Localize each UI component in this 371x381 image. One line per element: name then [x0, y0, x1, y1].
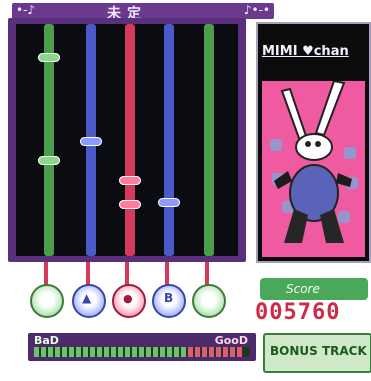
red-button[interactable]: ●: [112, 284, 146, 318]
meter-segment: [83, 347, 88, 357]
note-green: [38, 53, 60, 62]
meter-segment: [167, 347, 172, 357]
title-right-decoration: ♪•-•: [243, 3, 270, 17]
meter-segment: [76, 347, 81, 357]
rabbit-character-illustration: [274, 81, 352, 243]
note-green: [38, 156, 60, 165]
groove-meter: BaD GooD: [28, 333, 256, 361]
meter-segment: [62, 347, 67, 357]
note-red: [119, 200, 141, 209]
meter-segment: [111, 347, 116, 357]
meter-segment: [132, 347, 137, 357]
meter-segment: [202, 347, 207, 357]
green-button-2[interactable]: [192, 284, 226, 318]
triangle-icon: ▲: [82, 291, 92, 305]
lane-buttons-row: ▲ ● B: [30, 262, 250, 322]
meter-segment: [139, 347, 144, 357]
bonus-track-label: BONUS TRACK: [270, 344, 367, 358]
meter-segment: [34, 347, 39, 357]
meter-segment: [153, 347, 158, 357]
meter-bad-label: BaD: [34, 334, 59, 347]
top-title-bar: •-♪ 未定 ♪•-•: [12, 3, 274, 22]
meter-segment: [216, 347, 221, 357]
lane-stem: [86, 262, 90, 286]
title-left-decoration: •-♪: [16, 3, 36, 17]
circle-icon: ●: [123, 292, 133, 305]
meter-segment: [55, 347, 60, 357]
character-name: MIMI ♥chan: [262, 44, 349, 59]
lane-stem: [165, 262, 169, 286]
lane-area: [16, 24, 238, 256]
lane-3: [125, 24, 135, 256]
meter-segment: [69, 347, 74, 357]
meter-segment: [174, 347, 179, 357]
meter-segment: [97, 347, 102, 357]
note-red: [119, 176, 141, 185]
score-label: Score: [286, 282, 320, 296]
meter-segment: [223, 347, 228, 357]
meter-segment: [230, 347, 235, 357]
meter-segment: [209, 347, 214, 357]
green-button-1[interactable]: [30, 284, 64, 318]
meter-segment: [146, 347, 151, 357]
meter-segment: [237, 347, 242, 357]
meter-segment: [181, 347, 186, 357]
meter-segment: [104, 347, 109, 357]
lane-4: [164, 24, 174, 256]
blue-button-b[interactable]: B: [152, 284, 186, 318]
note-blue: [80, 137, 102, 146]
character-portrait: [262, 81, 365, 257]
meter-good-label: GooD: [214, 334, 248, 347]
meter-segment: [195, 347, 200, 357]
meter-segment: [188, 347, 193, 357]
meter-segment: [41, 347, 46, 357]
lane-stem: [125, 262, 129, 286]
meter-segment: [160, 347, 165, 357]
meter-segment: [90, 347, 95, 357]
lane-5: [204, 24, 214, 256]
lane-stem: [44, 262, 48, 286]
meter-segment: [118, 347, 123, 357]
note-blue: [158, 198, 180, 207]
blue-button-triangle[interactable]: ▲: [72, 284, 106, 318]
b-icon: B: [164, 291, 174, 305]
meter-track: [34, 347, 250, 357]
meter-segment: [125, 347, 130, 357]
lane-stem: [205, 262, 209, 286]
score-value: 005760: [255, 300, 341, 325]
meter-segment: [48, 347, 53, 357]
